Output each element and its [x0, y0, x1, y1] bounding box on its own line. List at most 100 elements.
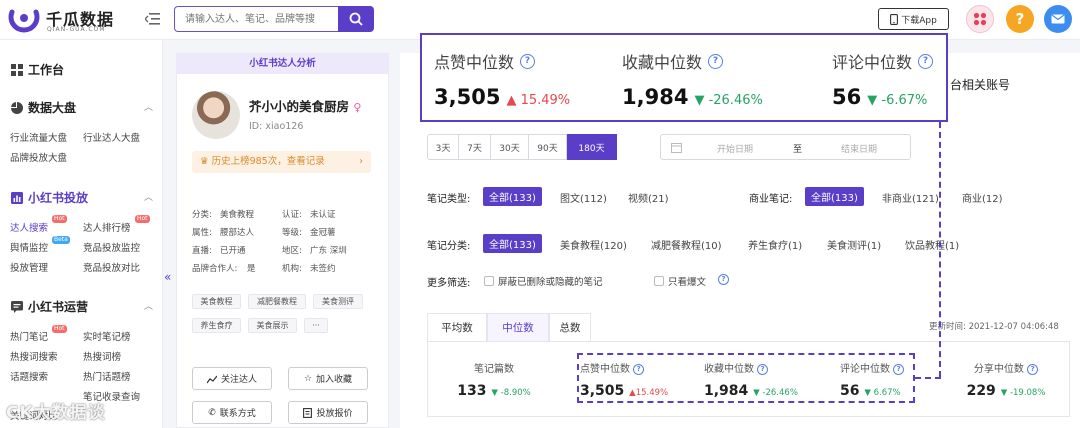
note-category-food-review[interactable]: 美食测评(1)	[827, 237, 881, 252]
sidebar-item-workbench[interactable]: 工作台	[11, 61, 64, 78]
hide-deleted-label[interactable]: 屏蔽已删除或隐藏的笔记	[498, 274, 603, 288]
sidebar-group-dashboard[interactable]: 数据大盘	[11, 99, 76, 116]
chevron-right-icon: ›	[359, 156, 363, 167]
sidebar-item-sentiment[interactable]: 舆情监控	[10, 240, 48, 254]
callout-change: ▲ 15.49%	[506, 93, 571, 108]
tab-median[interactable]: 中位数	[487, 313, 549, 341]
tab-average[interactable]: 平均数	[427, 313, 487, 341]
stat-number: 229	[966, 383, 996, 399]
help-icon[interactable]: ?	[1006, 5, 1034, 33]
note-category-all[interactable]: 全部(133)	[483, 234, 542, 253]
date-tab-7d[interactable]: 7天	[459, 134, 491, 160]
biz-note-non-commercial[interactable]: 非商业(121)	[882, 190, 939, 205]
calendar-icon	[671, 143, 682, 153]
sidebar-item-competitor-monitor[interactable]: 竞品投放监控	[83, 240, 140, 254]
note-type-video[interactable]: 视频(21)	[628, 190, 669, 205]
only-hot-label[interactable]: 只看爆文	[668, 274, 706, 288]
sidebar-item-kol-ranking[interactable]: 达人排行榜	[83, 220, 131, 234]
date-tab-30d[interactable]: 30天	[491, 134, 529, 160]
biz-note-all[interactable]: 全部(133)	[805, 187, 864, 206]
sidebar-item-industry-traffic[interactable]: 行业流量大盘	[10, 130, 67, 144]
search-input[interactable]	[174, 6, 338, 32]
info-value: 是	[247, 264, 256, 274]
profile-name[interactable]: 芥小小的美食厨房 ♀	[249, 96, 361, 115]
menu-toggle-icon[interactable]	[145, 12, 161, 26]
history-ranking-link[interactable]: ♛ 历史上榜985次，查看记录 ›	[192, 151, 371, 173]
note-category-health[interactable]: 养生食疗(1)	[748, 237, 802, 252]
callout-label: 评论中位数?	[832, 49, 934, 73]
tab-total[interactable]: 总数	[549, 313, 591, 341]
stat-change-value: -19.08%	[1009, 388, 1046, 398]
stat-change: ▼ -8.90%	[491, 388, 531, 398]
stat-number: 133	[457, 383, 487, 399]
chevron-up-icon[interactable]: ︿	[144, 190, 153, 203]
sidebar-group-title: 小红书运营	[28, 300, 89, 314]
history-ranking-text: 历史上榜985次，查看记录	[211, 156, 325, 167]
help-circle-icon[interactable]: ?	[708, 53, 724, 69]
info-value: 美食教程	[220, 210, 255, 220]
note-category-diet-tutorial[interactable]: 减肥餐教程(10)	[651, 237, 722, 252]
help-circle-icon[interactable]: ?	[520, 53, 536, 69]
sidebar: 工作台 数据大盘 ︿ 行业流量大盘 行业达人大盘 品牌投放大盘 小红书投放 ︿ …	[0, 40, 163, 428]
sidebar-group-title: 小红书投放	[28, 191, 89, 205]
pie-chart-icon	[11, 101, 23, 114]
sidebar-item-industry-kol[interactable]: 行业达人大盘	[83, 130, 140, 144]
brand-logo-icon[interactable]	[8, 4, 40, 36]
sidebar-item-brand-placement[interactable]: 品牌投放大盘	[10, 150, 67, 164]
sidebar-item-hotword-ranking[interactable]: 热搜词榜	[83, 349, 121, 363]
biz-note-commercial[interactable]: 商业(12)	[962, 190, 1003, 205]
date-tab-3d[interactable]: 3天	[427, 134, 459, 160]
hot-badge: Hot	[52, 215, 67, 223]
related-accounts-tab[interactable]: 台相关账号	[950, 76, 1010, 93]
sidebar-item-kol-search[interactable]: 达人搜索	[10, 220, 48, 234]
sidebar-group-placement[interactable]: 小红书投放	[11, 189, 88, 206]
sidebar-item-topic-ranking[interactable]: 热门话题榜	[83, 369, 131, 383]
contact-info-button[interactable]: ✆ 联系方式	[192, 401, 272, 424]
search-button[interactable]	[338, 6, 374, 32]
follow-kol-button[interactable]: 关注达人	[192, 367, 272, 390]
end-date-placeholder[interactable]: 结束日期	[841, 142, 877, 155]
search-icon	[349, 12, 363, 26]
more-tags-button[interactable]: ···	[304, 318, 328, 333]
collapse-sidebar-icon[interactable]: «	[164, 270, 171, 284]
tag[interactable]: 美食展示	[248, 318, 297, 333]
add-favorite-button[interactable]: ☆ 加入收藏	[288, 367, 368, 390]
highlight-connector	[915, 377, 941, 379]
avatar[interactable]	[192, 91, 240, 139]
sidebar-item-hot-notes[interactable]: 热门笔记	[10, 329, 48, 343]
sidebar-item-competitor-compare[interactable]: 竞品投放对比	[83, 260, 140, 274]
message-icon[interactable]	[1044, 5, 1072, 33]
sidebar-group-operation[interactable]: 小红书运营	[11, 298, 88, 315]
date-tab-90d[interactable]: 90天	[529, 134, 567, 160]
sidebar-item-realtime-notes[interactable]: 实时笔记榜	[83, 329, 131, 343]
help-circle-icon[interactable]: ?	[918, 53, 934, 69]
note-type-all[interactable]: 全部(133)	[483, 187, 542, 206]
note-type-image[interactable]: 图文(112)	[560, 190, 607, 205]
brand-sub: QIAN-GUA.COM	[47, 26, 106, 33]
sidebar-item-placement-manage[interactable]: 投放管理	[10, 260, 48, 274]
hide-deleted-checkbox[interactable]	[484, 276, 494, 286]
sidebar-item-topic-search[interactable]: 话题搜索	[10, 369, 48, 383]
tag[interactable]: 减肥餐教程	[248, 294, 306, 309]
date-tab-180d[interactable]: 180天	[567, 134, 617, 160]
tag[interactable]: 养生食疗	[192, 318, 241, 333]
help-circle-icon[interactable]: ?	[1027, 363, 1039, 375]
start-date-placeholder[interactable]: 开始日期	[717, 142, 753, 155]
hot-badge: Hot	[135, 215, 150, 223]
tag[interactable]: 美食测评	[313, 294, 363, 309]
tag[interactable]: 美食教程	[192, 294, 241, 309]
callout-label: 点赞中位数?	[434, 49, 570, 73]
help-circle-icon[interactable]: ?	[718, 274, 729, 285]
note-category-food-tutorial[interactable]: 美食教程(120)	[560, 237, 627, 252]
info-value: 广东 深圳	[310, 246, 347, 256]
sidebar-item-hotword-search[interactable]: 热搜词搜索	[10, 349, 58, 363]
placement-quote-button[interactable]: 投放报价	[288, 401, 368, 424]
apps-icon[interactable]	[966, 5, 994, 33]
chevron-up-icon[interactable]: ︿	[144, 299, 153, 312]
download-app-button[interactable]: 下载App	[878, 8, 949, 30]
date-range-picker[interactable]: 开始日期 至 结束日期	[660, 134, 911, 160]
note-category-drinks[interactable]: 饮品教程(1)	[905, 237, 959, 252]
chevron-up-icon[interactable]: ︿	[144, 100, 153, 113]
info-label: 属性:	[192, 228, 212, 238]
only-hot-checkbox[interactable]	[654, 276, 664, 286]
